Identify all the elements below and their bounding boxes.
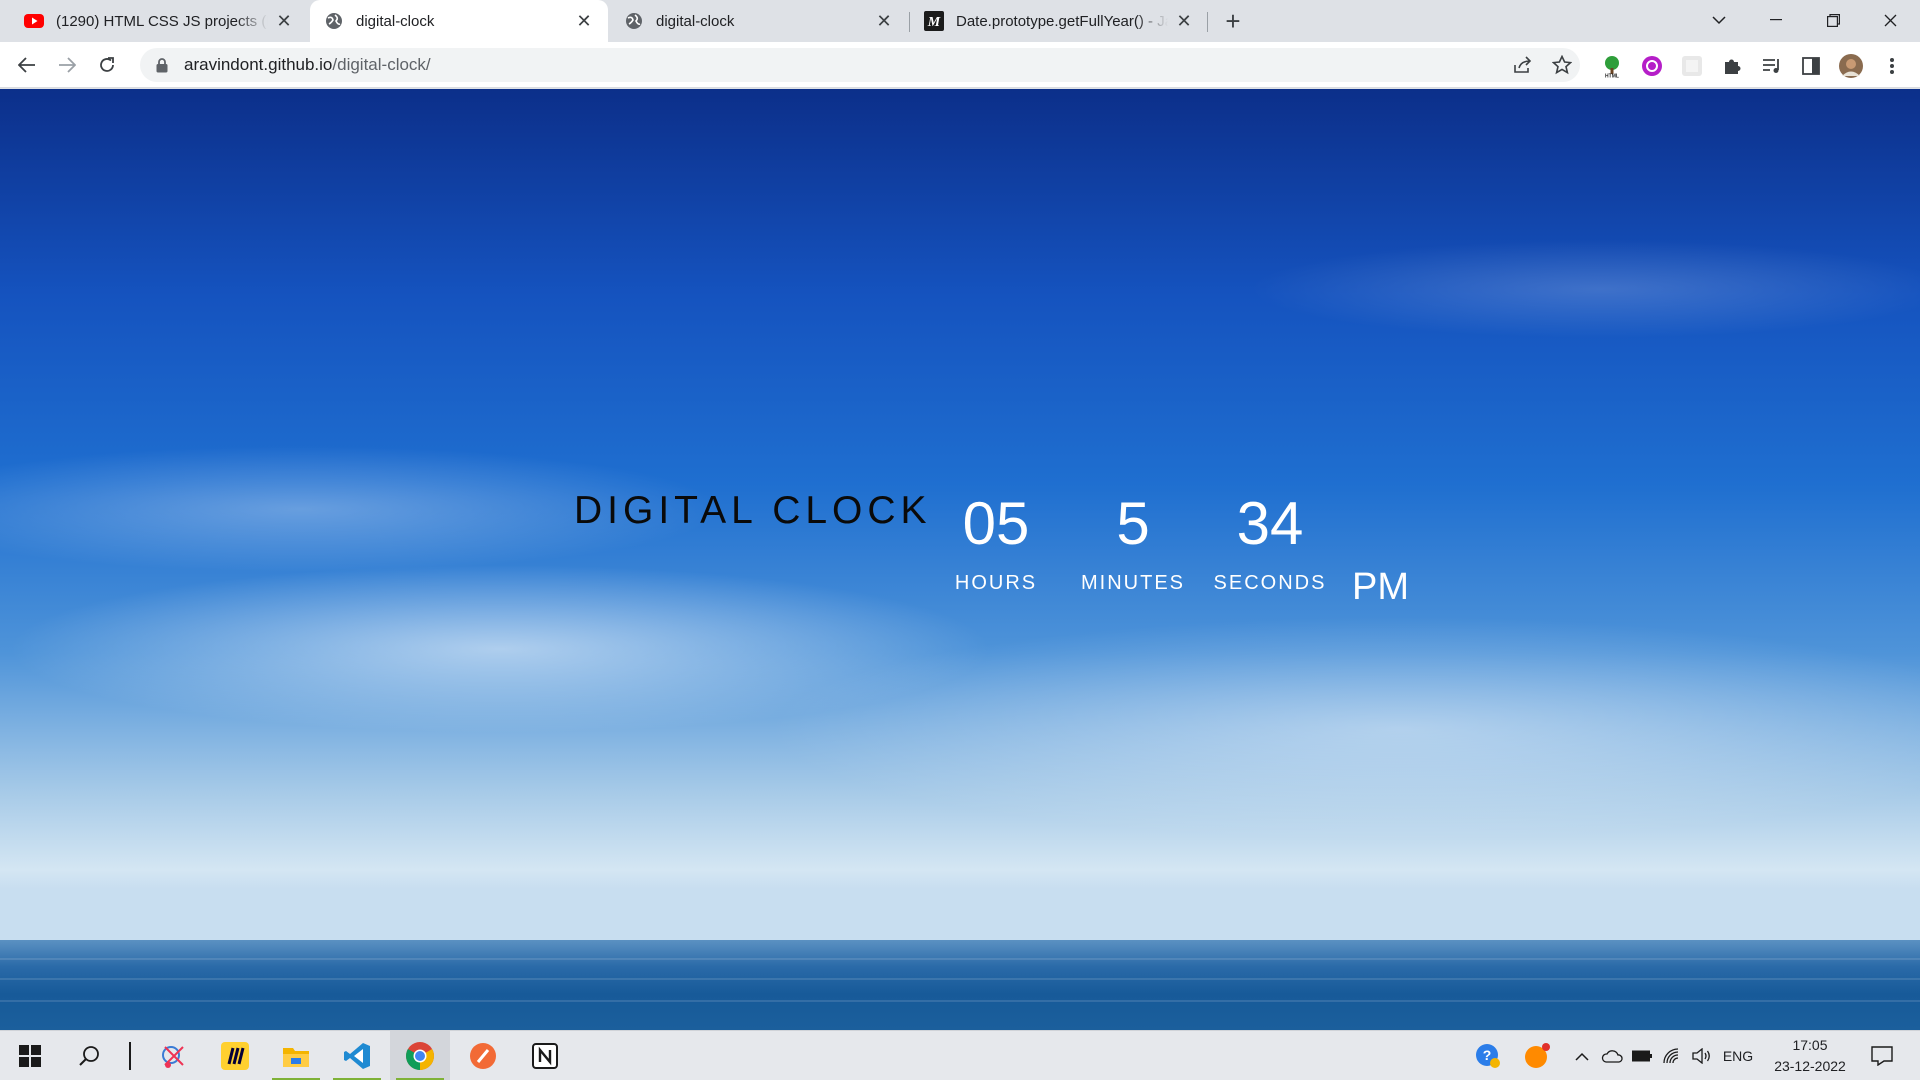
close-icon[interactable]: ✕	[874, 11, 894, 31]
restore-icon[interactable]	[1810, 0, 1856, 40]
url-text: aravindont.github.io/digital-clock/	[184, 55, 431, 75]
hours-label: HOURS	[954, 572, 1038, 594]
puzzle-extensions-icon[interactable]	[1720, 54, 1744, 78]
svg-text:M: M	[927, 15, 941, 30]
svg-text:?: ?	[1483, 1047, 1492, 1063]
paint-icon[interactable]	[453, 1031, 513, 1080]
minutes-value: 5	[1116, 490, 1150, 557]
new-tab-button[interactable]: +	[1220, 6, 1246, 36]
seconds-value: 34	[1236, 490, 1304, 557]
language-indicator[interactable]: ENG	[1718, 1031, 1758, 1080]
tab-digital-clock-active[interactable]: digital-clock ✕	[310, 0, 608, 42]
kebab-menu-icon[interactable]	[1880, 54, 1904, 78]
help-tray-icon[interactable]: ?	[1472, 1031, 1504, 1080]
minutes-label: MINUTES	[1081, 572, 1185, 594]
svg-text:HTML: HTML	[1605, 74, 1619, 79]
purple-extension-icon[interactable]	[1640, 54, 1664, 78]
show-hidden-icons-chevron-icon[interactable]	[1570, 1031, 1594, 1080]
snipping-tool-icon[interactable]	[144, 1031, 204, 1080]
close-icon[interactable]: ✕	[274, 11, 294, 31]
minutes-block: 5 MINUTES	[1063, 489, 1203, 595]
bookmark-star-icon[interactable]	[1551, 54, 1573, 76]
avatar[interactable]	[1839, 54, 1863, 78]
wifi-icon[interactable]	[1658, 1031, 1686, 1080]
lock-icon[interactable]	[154, 57, 170, 73]
tab-title: digital-clock	[656, 12, 735, 30]
taskbar-date: 23-12-2022	[1774, 1058, 1846, 1074]
share-icon[interactable]	[1512, 54, 1534, 76]
seconds-label: SECONDS	[1213, 572, 1327, 594]
tab-title: (1290) HTML CSS JS projects (Beg	[56, 12, 268, 30]
sea-background	[0, 940, 1920, 1030]
hours-block: 05 HOURS	[926, 489, 1066, 595]
file-explorer-icon[interactable]	[266, 1031, 326, 1080]
tab-strip: (1290) HTML CSS JS projects (Beg ✕ digit…	[0, 0, 1920, 42]
tab-separator	[1207, 12, 1208, 32]
page-viewport: DIGITAL CLOCK 05 HOURS 5 MINUTES 34 SECO…	[0, 89, 1920, 1030]
clock-title: DIGITAL CLOCK	[574, 489, 932, 532]
miro-icon[interactable]	[205, 1031, 265, 1080]
taskbar-time: 17:05	[1792, 1037, 1828, 1053]
address-bar[interactable]: aravindont.github.io/digital-clock/	[140, 48, 1580, 82]
close-icon[interactable]: ✕	[574, 11, 594, 31]
taskbar: ? ENG 17:05 23-12-2022	[0, 1030, 1920, 1080]
tab-youtube[interactable]: (1290) HTML CSS JS projects (Beg ✕	[10, 0, 308, 42]
vscode-icon[interactable]	[327, 1031, 387, 1080]
wave-line	[0, 1000, 1920, 1002]
youtube-icon	[24, 11, 44, 31]
wave-line	[0, 978, 1920, 980]
url-path: /digital-clock/	[332, 55, 431, 74]
taskbar-clock[interactable]: 17:05 23-12-2022	[1760, 1035, 1860, 1077]
minimize-icon[interactable]	[1753, 0, 1799, 40]
orange-app-tray-icon[interactable]	[1521, 1031, 1553, 1080]
wave-line	[0, 958, 1920, 960]
hours-value: 05	[962, 490, 1030, 557]
notifications-icon[interactable]	[1862, 1031, 1902, 1080]
chrome-icon[interactable]	[390, 1031, 450, 1080]
tab-title: digital-clock	[356, 12, 435, 30]
seconds-block: 34 SECONDS	[1200, 489, 1340, 595]
tab-title: Date.prototype.getFullYear() - Jav	[956, 12, 1168, 30]
grey-extension-icon[interactable]	[1680, 54, 1704, 78]
mdn-icon: M	[924, 11, 944, 31]
forward-arrow-icon[interactable]	[51, 49, 83, 81]
globe-icon	[324, 11, 344, 31]
tab-digital-clock[interactable]: digital-clock ✕	[610, 0, 908, 42]
battery-icon[interactable]	[1628, 1031, 1656, 1080]
sea-water	[0, 940, 1920, 1030]
html-tree-extension-icon[interactable]: HTML	[1600, 54, 1624, 78]
side-panel-icon[interactable]	[1799, 54, 1823, 78]
tab-mdn[interactable]: M Date.prototype.getFullYear() - Jav ✕	[910, 0, 1208, 42]
reload-icon[interactable]	[91, 49, 123, 81]
notion-icon[interactable]	[515, 1031, 575, 1080]
back-arrow-icon[interactable]	[11, 49, 43, 81]
close-window-icon[interactable]	[1867, 0, 1913, 40]
ampm-indicator: PM	[1352, 566, 1409, 608]
globe-icon	[624, 11, 644, 31]
windows-start-icon[interactable]	[0, 1031, 60, 1080]
close-icon[interactable]: ✕	[1174, 11, 1194, 31]
tab-search-chevron-icon[interactable]	[1696, 0, 1742, 40]
browser-toolbar: aravindont.github.io/digital-clock/ HTML	[0, 42, 1920, 88]
onedrive-icon[interactable]	[1598, 1031, 1626, 1080]
media-queue-icon[interactable]	[1760, 54, 1784, 78]
url-host: aravindont.github.io	[184, 55, 333, 74]
volume-icon[interactable]	[1688, 1031, 1716, 1080]
